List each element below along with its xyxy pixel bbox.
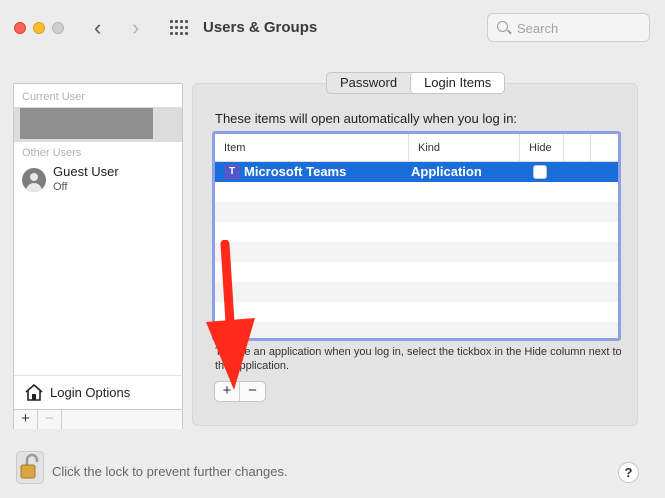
help-button[interactable]: ? [618,462,639,483]
guest-avatar-icon [22,168,46,192]
guest-user-name: Guest User [53,164,119,179]
table-row [215,222,618,242]
table-row [215,322,618,338]
table-row [215,302,618,322]
table-row [215,182,618,202]
tab-password[interactable]: Password [327,73,410,93]
hide-column-note: To hide an application when you log in, … [215,346,622,372]
forward-chevron-icon[interactable]: › [132,14,139,42]
lock-message: Click the lock to prevent further change… [52,464,288,479]
current-user-section-label: Current User [22,91,85,103]
column-header-hide[interactable]: Hide [520,134,564,162]
house-icon [25,384,43,401]
column-header-kind[interactable]: Kind [409,134,520,162]
zoom-window-button[interactable] [52,22,64,34]
guest-user-status: Off [53,181,68,193]
back-chevron-icon[interactable]: ‹ [94,14,101,42]
login-items-table[interactable]: Item Kind Hide T Microsoft Teams Applica… [212,131,621,341]
table-row [215,242,618,262]
sidebar-toolbar: + − [14,409,182,429]
other-users-section-label: Other Users [22,147,82,159]
window-title: Users & Groups [203,19,318,36]
login-options-row[interactable]: Login Options [14,375,182,409]
table-row [215,282,618,302]
title-bar: ‹ › Users & Groups [0,0,665,56]
row-item-kind: Application [411,164,482,179]
red-arrow-annotation-icon [206,240,255,390]
row-item-name: Microsoft Teams [244,164,347,179]
close-window-button[interactable] [14,22,26,34]
login-options-label: Login Options [50,385,131,400]
table-row [215,262,618,282]
guest-user-row[interactable]: Guest User Off [22,163,177,197]
minimize-window-button[interactable] [33,22,45,34]
login-items-intro: These items will open automatically when… [215,111,518,126]
remove-user-button[interactable]: − [38,410,62,429]
add-user-button[interactable]: + [14,410,38,429]
table-rows: T Microsoft Teams Application [215,162,618,338]
column-header-item[interactable]: Item [215,134,409,162]
redacted-user-name [20,108,153,139]
tab-bar: Password Login Items [326,72,506,94]
hide-checkbox[interactable] [533,165,547,179]
users-sidebar: Current User Other Users Guest User Off … [13,83,183,429]
table-row [215,202,618,222]
column-header-extra [564,134,591,162]
table-row[interactable]: T Microsoft Teams Application [215,162,618,182]
show-all-grid-icon[interactable] [170,20,188,36]
search-icon [497,21,508,32]
tab-login-items[interactable]: Login Items [410,73,505,93]
microsoft-teams-icon: T [224,164,240,180]
search-field[interactable] [487,13,650,42]
current-user-row[interactable] [14,107,182,142]
table-header: Item Kind Hide [215,134,618,162]
search-input[interactable] [517,19,642,37]
lock-icon[interactable] [16,451,44,484]
